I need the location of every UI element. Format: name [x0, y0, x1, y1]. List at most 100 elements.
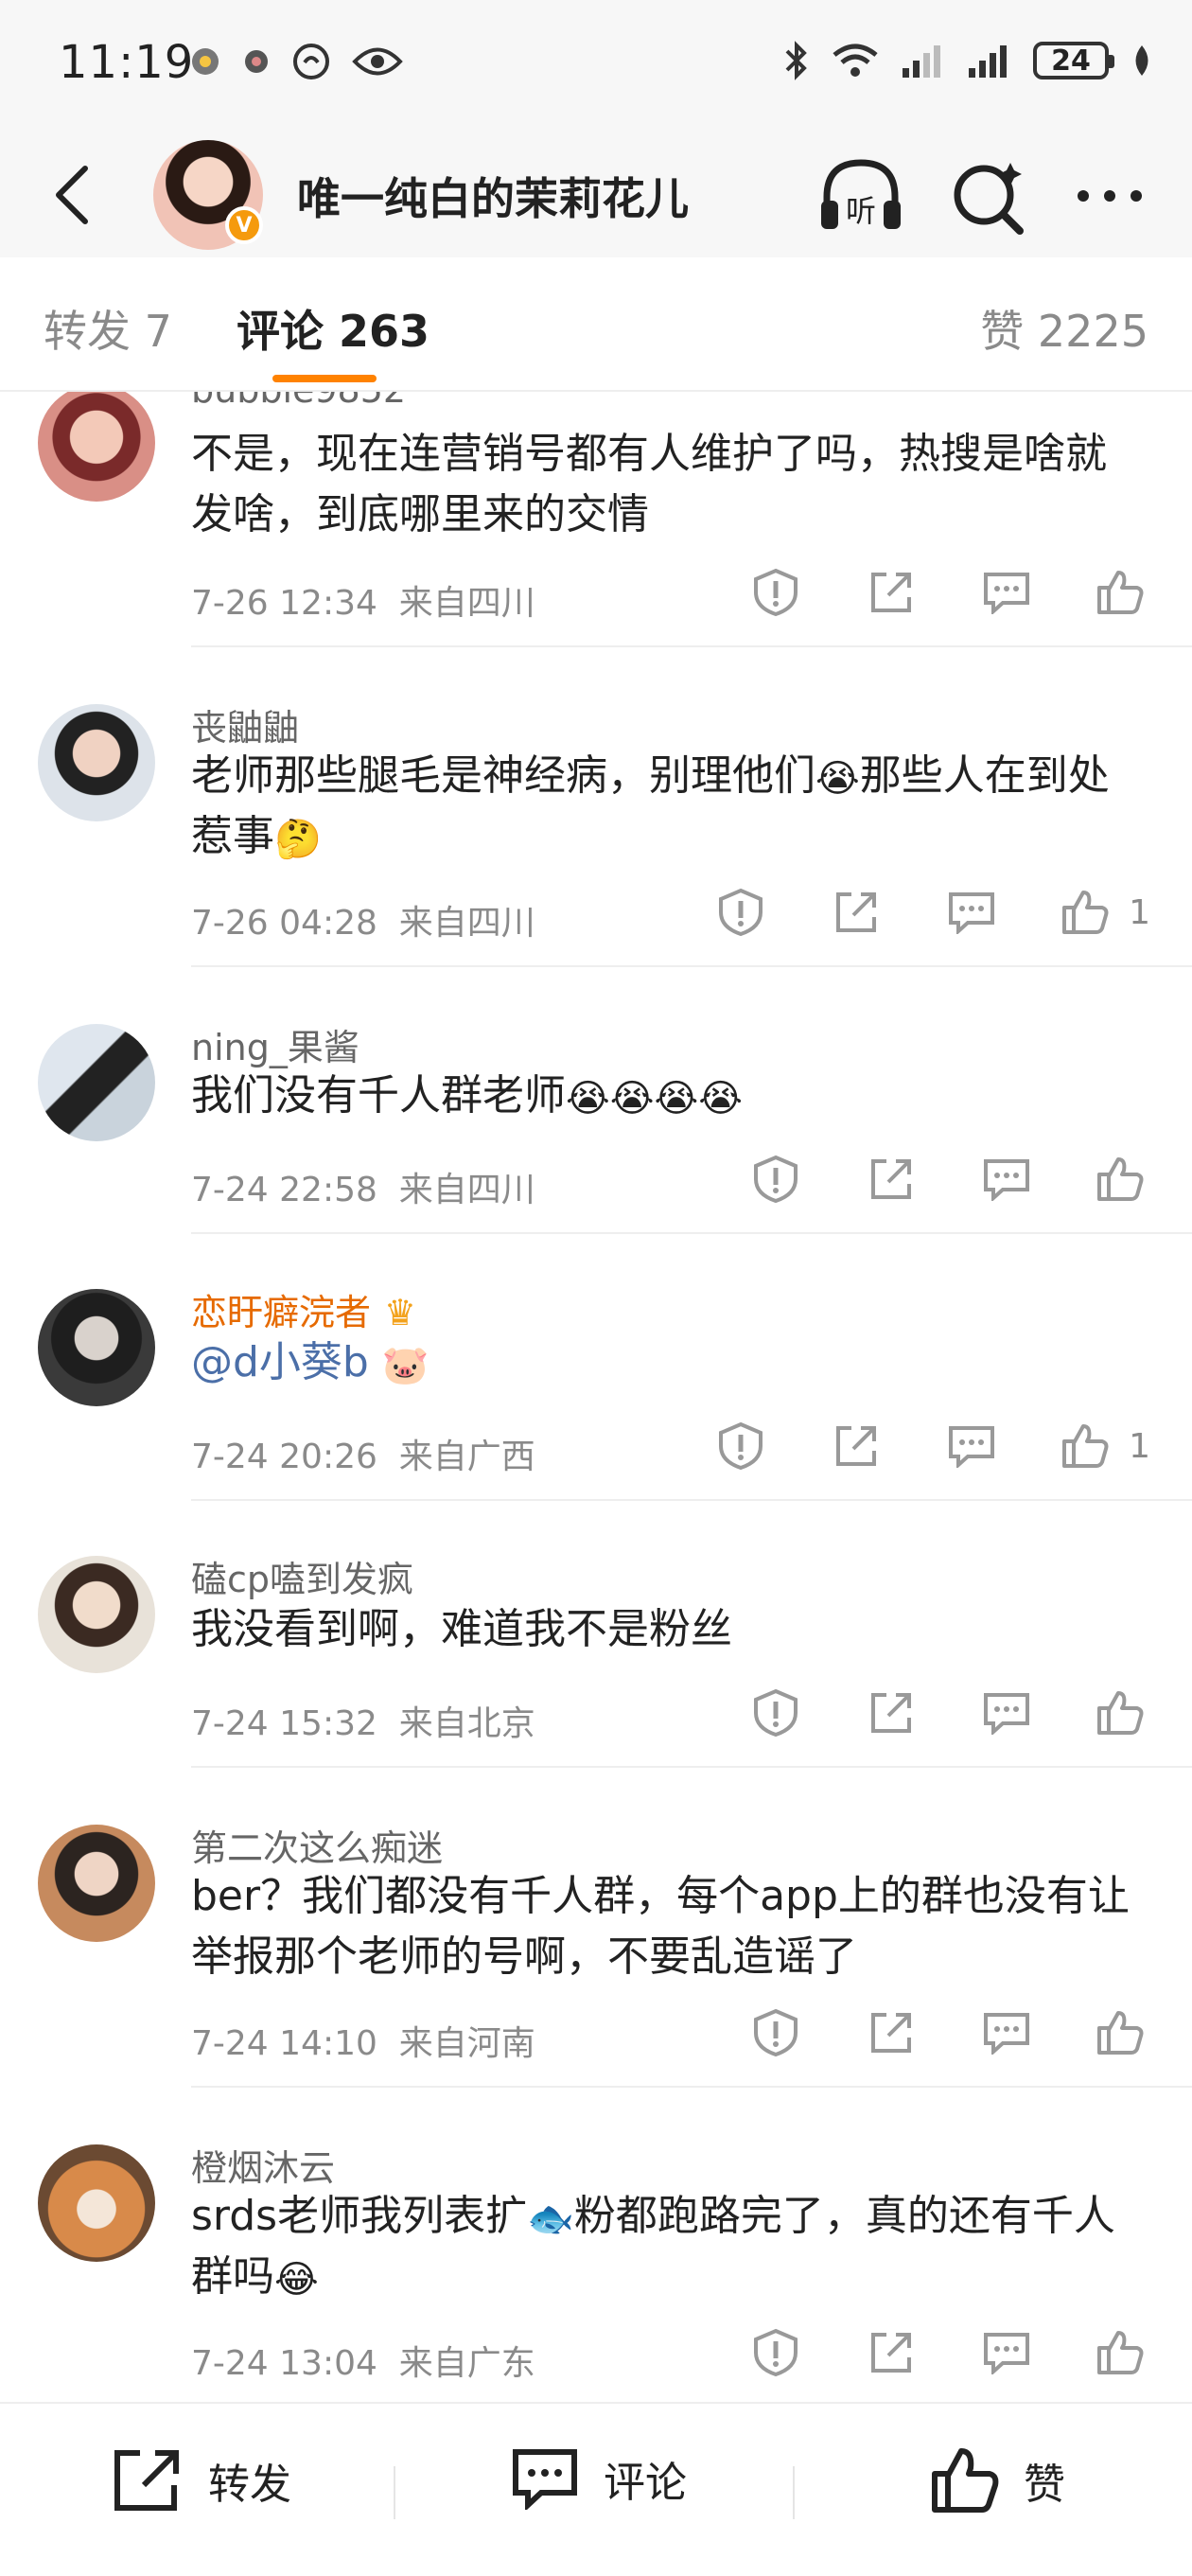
share-button[interactable] [865, 1153, 918, 1206]
reply-button[interactable] [945, 886, 998, 939]
signal-icon [903, 45, 940, 78]
comment-meta: 7-24 15:32 来自北京 [191, 1696, 535, 1745]
comment-icon [949, 1426, 995, 1468]
tab-comments[interactable]: 评论 263 [237, 297, 429, 360]
report-button[interactable] [749, 2326, 802, 2379]
thinking-emoji-icon: 🤔 [274, 818, 322, 861]
report-button[interactable] [714, 1420, 767, 1473]
avatar[interactable] [38, 1556, 155, 1673]
comment-time: 7-24 22:58 [191, 1171, 377, 1209]
pig-emoji-icon: 🐷 [381, 1344, 429, 1387]
tab-repost[interactable]: 转发 7 [44, 297, 172, 360]
reply-button[interactable] [980, 566, 1033, 619]
top-nav-bar: V 唯一纯白的茉莉花儿 听 [0, 132, 1192, 259]
shield-alert-icon [754, 1688, 798, 1738]
report-button[interactable] [714, 886, 767, 939]
comment-actions [687, 2006, 1145, 2059]
like-button[interactable]: 1 [1061, 889, 1150, 936]
shield-alert-icon [719, 888, 763, 937]
report-button[interactable] [749, 566, 802, 619]
repost-button[interactable]: 转发 [112, 2447, 291, 2514]
listen-button[interactable]: 听 [815, 153, 906, 238]
comment-actions [687, 2326, 1145, 2379]
thumbs-up-icon [1062, 891, 1109, 934]
repost-label: 转发 [208, 2461, 291, 2509]
comment-meta: 7-26 04:28 来自四川 [191, 895, 535, 944]
mention-link[interactable]: @d小葵b [191, 1338, 369, 1386]
share-button[interactable] [830, 1420, 883, 1473]
reply-button[interactable] [980, 2006, 1033, 2059]
like-label: 赞 [1024, 2461, 1065, 2509]
share-button[interactable] [865, 2006, 918, 2059]
avatar[interactable] [38, 2144, 155, 2262]
comment-username[interactable]: ning_果酱 [191, 1018, 359, 1070]
comment-meta: 7-24 20:26 来自广西 [191, 1429, 535, 1478]
comment-text: 我们没有千人群老师😭😭😭😭 [191, 1066, 1137, 1126]
comment-time: 7-24 14:10 [191, 2024, 377, 2063]
search-button[interactable] [946, 153, 1031, 238]
avatar[interactable] [38, 1024, 155, 1141]
comment-username[interactable]: 橙烟沐云 [191, 2139, 335, 2191]
like-button[interactable] [1096, 1156, 1145, 1203]
report-button[interactable] [749, 2006, 802, 2059]
author-name[interactable]: 唯一纯白的茉莉花儿 [297, 165, 689, 227]
comment-icon [984, 2333, 1029, 2374]
more-button[interactable] [1067, 153, 1152, 238]
comment-text: 我没看到啊，难道我不是粉丝 [191, 1605, 732, 1653]
comment-username[interactable]: 第二次这么痴迷 [191, 1819, 443, 1871]
share-icon [871, 2013, 911, 2053]
comment-icon [984, 1693, 1029, 1735]
laughing-emoji-icon: 😂 [274, 2258, 319, 2302]
comment-item: ning_果酱 我们没有千人群老师😭😭😭😭 7-24 22:58 来自四川 [0, 967, 1192, 1234]
active-tab-indicator [272, 375, 377, 382]
detail-tabs: 转发 7 评论 263 赞 2225 [0, 257, 1192, 392]
share-button[interactable] [830, 886, 883, 939]
shield-alert-icon [754, 2328, 798, 2377]
avatar[interactable] [38, 704, 155, 821]
avatar[interactable] [38, 1825, 155, 1942]
comment-username[interactable]: 丧鼬鼬 [191, 698, 299, 750]
comment-username[interactable]: 磕cp嗑到发疯 [191, 1550, 413, 1602]
like-count: 1 [1129, 1426, 1150, 1466]
like-post-button[interactable]: 赞 [931, 2447, 1065, 2514]
thumbs-up-icon [1097, 2011, 1144, 2055]
comment-meta: 7-26 12:34 来自四川 [191, 575, 535, 625]
reply-button[interactable] [945, 1420, 998, 1473]
like-button[interactable] [1096, 1689, 1145, 1737]
like-button[interactable] [1096, 2329, 1145, 2376]
tab-likes[interactable]: 赞 2225 [980, 297, 1148, 360]
avatar[interactable] [38, 1289, 155, 1406]
reply-button[interactable] [980, 1153, 1033, 1206]
share-button[interactable] [865, 2326, 918, 2379]
avatar[interactable] [38, 392, 155, 502]
report-button[interactable] [749, 1153, 802, 1206]
comment-username[interactable]: bubble9852 [191, 392, 406, 411]
share-button[interactable] [865, 1686, 918, 1739]
like-button[interactable]: 1 [1061, 1422, 1150, 1470]
vip-username[interactable]: 恋盱癖浣者 [191, 1292, 371, 1333]
fish-emoji-icon: 🐟 [527, 2197, 574, 2241]
report-button[interactable] [749, 1686, 802, 1739]
search-icon [954, 163, 1024, 235]
comment-username[interactable]: 恋盱癖浣者 ♛ [191, 1283, 416, 1335]
reply-button[interactable] [980, 1686, 1033, 1739]
comment-button[interactable]: 评论 [511, 2447, 687, 2510]
thumbs-up-icon [1097, 1691, 1144, 1735]
comment-text: 老师那些腿毛是神经病，别理他们😭那些人在到处惹事🤔 [191, 746, 1137, 867]
like-button[interactable] [1096, 569, 1145, 616]
thumbs-up-icon [1097, 1157, 1144, 1201]
like-button[interactable] [1096, 2009, 1145, 2056]
comment-location: 来自四川 [398, 904, 535, 943]
comment-item: 丧鼬鼬 老师那些腿毛是神经病，别理他们😭那些人在到处惹事🤔 7-26 04:28… [0, 647, 1192, 967]
comment-list: bubble9852 不是，现在连营销号都有人维护了吗，热搜是啥就发啥，到底哪里… [0, 392, 1192, 2402]
bottom-separator [394, 2466, 395, 2519]
eye-icon [352, 47, 403, 76]
reply-button[interactable] [980, 2326, 1033, 2379]
share-button[interactable] [865, 566, 918, 619]
wifi-icon [833, 44, 878, 77]
chevron-left-icon [56, 166, 88, 224]
comment-location: 来自广西 [398, 1438, 535, 1476]
back-button[interactable] [38, 161, 106, 229]
shield-alert-icon [754, 2008, 798, 2057]
battery-indicator: 24 [1033, 42, 1114, 79]
